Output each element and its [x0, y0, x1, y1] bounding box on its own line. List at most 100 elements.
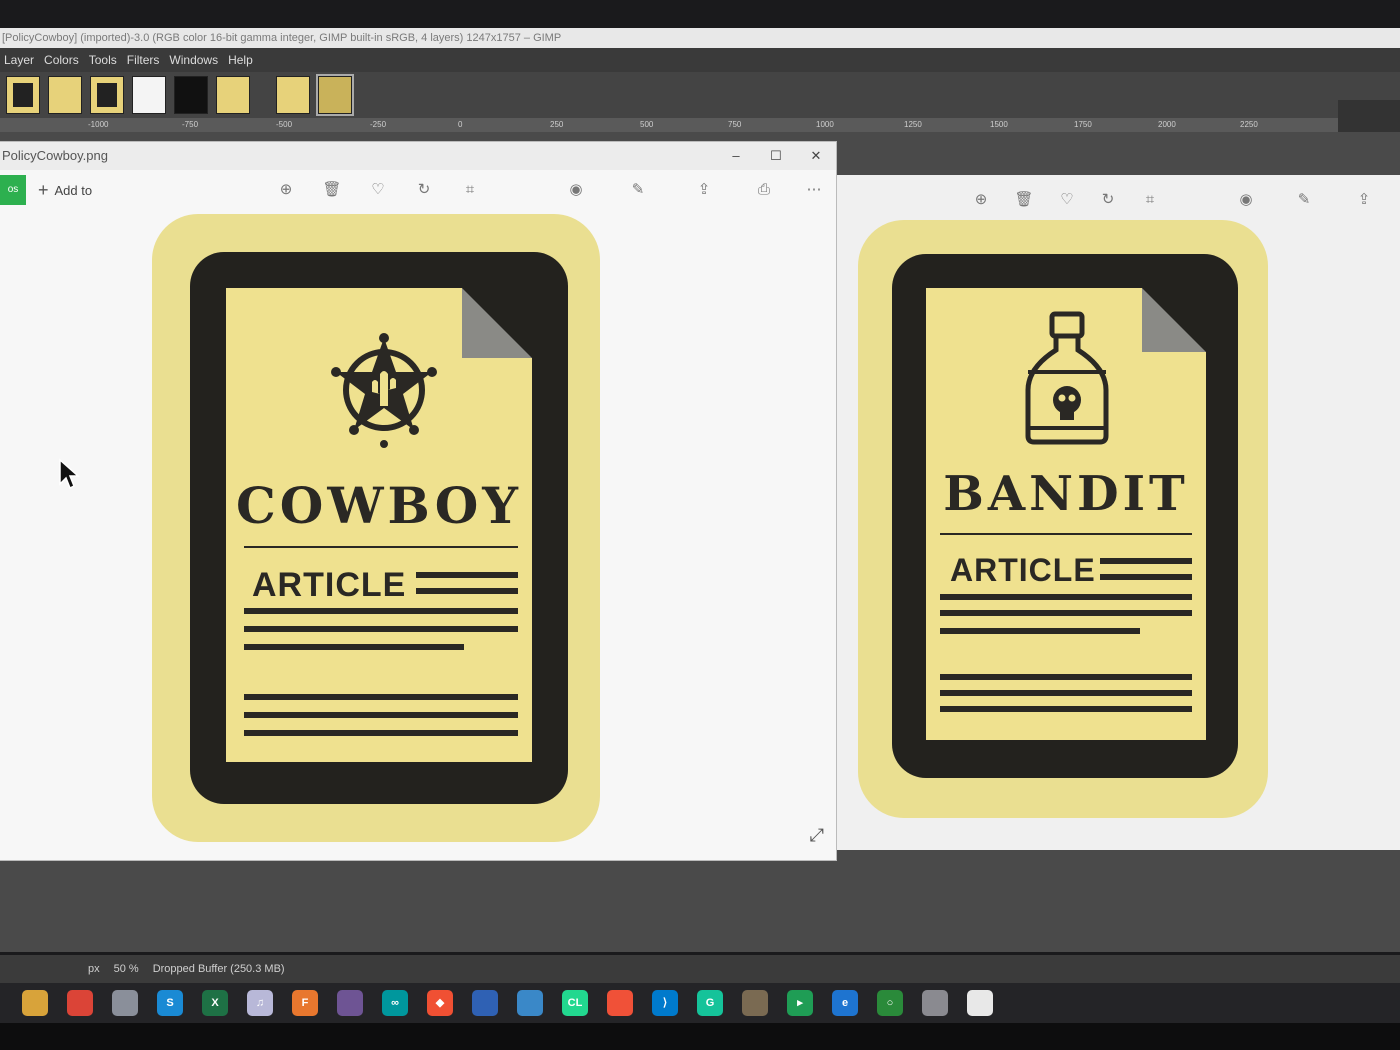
menu-windows[interactable]: Windows — [169, 48, 218, 72]
ruler-tick: 2000 — [1158, 120, 1176, 129]
image-tab-1[interactable] — [6, 76, 40, 114]
slideshow-icon[interactable]: ◉ — [566, 180, 586, 200]
edit-icon[interactable]: ✎ — [628, 180, 648, 200]
edit-icon[interactable]: ✎ — [1294, 190, 1314, 210]
crop-icon[interactable]: ⌗ — [460, 180, 480, 200]
expand-icon[interactable]: ⤢ — [810, 825, 824, 846]
text-line — [244, 626, 518, 632]
favorite-icon[interactable]: ♡ — [1057, 190, 1077, 210]
bandit-card: BANDIT ARTICLE — [858, 220, 1268, 818]
zoom-in-icon[interactable]: ⊕ — [971, 190, 991, 210]
photos-toolbar-right: ⊕ 🗑 ♡ ↻ ⌗ ◉ ✎ ⇪ — [836, 175, 1400, 225]
image-tab-bottle[interactable] — [132, 76, 166, 114]
menu-tools[interactable]: Tools — [89, 48, 117, 72]
ruler-tick: -750 — [182, 120, 199, 129]
gimp-menubar: Layer Colors Tools Filters Windows Help — [0, 48, 1400, 72]
minimize-button[interactable]: – — [716, 142, 756, 170]
paint-icon[interactable] — [112, 990, 138, 1016]
image-tab-2[interactable] — [48, 76, 82, 114]
network-icon[interactable] — [517, 990, 543, 1016]
ruler-tick: 250 — [550, 120, 564, 129]
photos-app-badge[interactable]: os — [0, 175, 26, 205]
github-icon[interactable] — [337, 990, 363, 1016]
text-line — [244, 644, 464, 650]
rotate-icon[interactable]: ↻ — [414, 180, 434, 200]
menu-layer[interactable]: Layer — [4, 48, 34, 72]
fusion-icon[interactable]: F — [292, 990, 318, 1016]
favorite-icon[interactable]: ♡ — [368, 180, 388, 200]
menu-colors[interactable]: Colors — [44, 48, 79, 72]
bandit-paper: BANDIT ARTICLE — [926, 288, 1206, 740]
crop-icon[interactable]: ⌗ — [1140, 190, 1160, 210]
screen: [PolicyCowboy] (imported)-3.0 (RGB color… — [0, 0, 1400, 1050]
text-line — [416, 588, 518, 594]
photos-file-name: PolicyCowboy.png — [2, 148, 108, 163]
edge-icon[interactable]: e — [832, 990, 858, 1016]
gimp-statusbar: px 50 % Dropped Buffer (250.3 MB) — [0, 955, 1400, 983]
vscode-icon[interactable]: ⟩ — [652, 990, 678, 1016]
cowboy-frame: COWBOY ARTICLE — [190, 252, 568, 804]
chrome-icon[interactable] — [67, 990, 93, 1016]
zoom-in-icon[interactable]: ⊕ — [276, 180, 296, 200]
unit-selector[interactable]: px — [88, 955, 100, 983]
text-line — [244, 608, 518, 614]
print-icon[interactable]: ⎙ — [754, 180, 774, 200]
menu-help[interactable]: Help — [228, 48, 253, 72]
zoom-selector[interactable]: 50 % — [114, 955, 139, 983]
cloud-icon[interactable] — [967, 990, 993, 1016]
file-explorer-icon[interactable] — [22, 990, 48, 1016]
status-message: Dropped Buffer (250.3 MB) — [152, 963, 285, 975]
title-divider — [940, 533, 1192, 535]
arduino-icon[interactable]: ∞ — [382, 990, 408, 1016]
image-tab-star[interactable] — [276, 76, 310, 114]
maximize-button[interactable]: ☐ — [756, 142, 796, 170]
more-icon[interactable]: ⋯ — [804, 180, 824, 200]
gimp-icon[interactable] — [742, 990, 768, 1016]
text-line — [940, 610, 1192, 616]
virtualbox-icon[interactable] — [472, 990, 498, 1016]
text-line — [940, 690, 1192, 696]
text-line — [416, 572, 518, 578]
share-icon[interactable]: ⇪ — [1354, 190, 1374, 210]
ruler-tick: 2250 — [1240, 120, 1258, 129]
ruler-tick: -250 — [370, 120, 387, 129]
text-line — [244, 694, 518, 700]
ruler-tick: -500 — [276, 120, 293, 129]
photos-icon[interactable] — [922, 990, 948, 1016]
add-to-label: Add to — [54, 182, 93, 198]
add-to-button[interactable]: + Add to — [38, 181, 92, 199]
terminal-icon[interactable]: ▸ — [787, 990, 813, 1016]
monitor-bezel — [0, 1023, 1400, 1050]
excel-icon[interactable]: X — [202, 990, 228, 1016]
bandit-title: BANDIT — [943, 466, 1189, 522]
menu-filters[interactable]: Filters — [127, 48, 160, 72]
slideshow-icon[interactable]: ◉ — [1236, 190, 1256, 210]
delete-icon[interactable]: 🗑 — [322, 180, 342, 200]
close-button[interactable]: ✕ — [796, 142, 836, 170]
text-line — [244, 730, 518, 736]
itunes-icon[interactable]: ♫ — [247, 990, 273, 1016]
ruler-tick: 1000 — [816, 120, 834, 129]
image-tab-cactus[interactable] — [316, 74, 354, 116]
ruler-tick: 1750 — [1074, 120, 1092, 129]
bandit-article-label: ARTICLE — [950, 552, 1096, 588]
git-icon[interactable]: ◆ — [427, 990, 453, 1016]
ruler-tick: -1000 — [88, 120, 109, 129]
grammarly-icon[interactable]: G — [697, 990, 723, 1016]
share-icon[interactable]: ⇪ — [694, 180, 714, 200]
gimp-window-title: [PolicyCowboy] (imported)-3.0 (RGB color… — [0, 28, 1400, 48]
skype-icon[interactable]: S — [157, 990, 183, 1016]
delete-icon[interactable]: 🗑 — [1014, 190, 1034, 210]
rotate-icon[interactable]: ↻ — [1098, 190, 1118, 210]
mouse-cursor-icon — [59, 458, 80, 490]
text-line — [940, 674, 1192, 680]
clion-icon[interactable]: CL — [562, 990, 588, 1016]
image-tab-6[interactable] — [216, 76, 250, 114]
ruler-tick: 0 — [458, 120, 463, 129]
swift-icon[interactable] — [607, 990, 633, 1016]
loading-icon[interactable]: ○ — [877, 990, 903, 1016]
image-tab-3[interactable] — [90, 76, 124, 114]
image-tab-skull[interactable] — [174, 76, 208, 114]
sheriff-star-cactus-icon — [331, 333, 437, 448]
taskbar: S X ♫ F ∞ ◆ CL ⟩ G ▸ e ○ — [0, 983, 1400, 1023]
